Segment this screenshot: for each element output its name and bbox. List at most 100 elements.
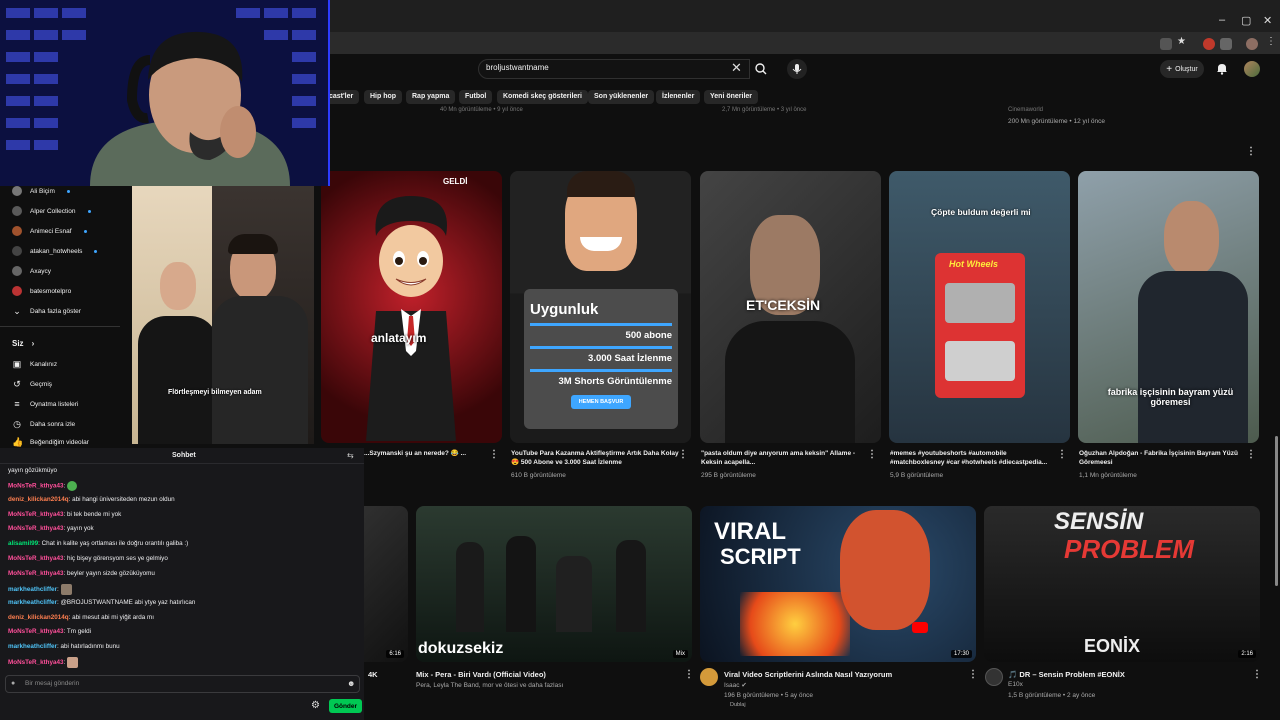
chat-username[interactable]: markheathcliffer [8, 643, 57, 650]
cast-icon[interactable] [1160, 38, 1172, 50]
video-overlay-text-2: SCRIPT [720, 544, 801, 569]
video-thumbnail-4[interactable]: SENSİN PROBLEM EONİX 2:16 [984, 506, 1260, 662]
bell-icon [1217, 64, 1227, 75]
menu-dots-icon[interactable]: ⋮ [1266, 36, 1276, 47]
short-thumbnail-5[interactable]: fabrika işçisinin bayram yüzü göremesi [1078, 171, 1259, 443]
chat-message: MoNsTeR_kthya43: [8, 481, 78, 491]
sidebar-item-label: Axaycy [30, 267, 51, 275]
channel-avatar-3[interactable] [700, 668, 718, 686]
sidebar-item-history[interactable]: ↺ Geçmiş [12, 377, 52, 391]
search-button[interactable] [752, 59, 770, 79]
chip-yeni-oneriler[interactable]: Yeni öneriler [704, 90, 759, 104]
short-menu-4[interactable]: ⋮ [1057, 449, 1067, 460]
short-thumbnail-4[interactable]: Çöpte buldum değerli mi Hot Wheels [889, 171, 1070, 443]
voice-search-button[interactable] [787, 59, 807, 79]
chat-username[interactable]: MoNsTeR_kthya43 [8, 570, 64, 577]
video-menu-2[interactable]: ⋮ [684, 669, 694, 680]
chat-username[interactable]: MoNsTeR_kthya43 [8, 555, 64, 562]
chat-username[interactable]: deniz_kilickan2014q [8, 614, 69, 621]
video-thumbnail-3[interactable]: VIRAL SCRIPT 17:30 [700, 506, 976, 662]
sidebar-sub-batesmotelpro[interactable]: batesmotelpro [12, 284, 71, 298]
band-member [556, 556, 592, 632]
short-overlay-text: ET'CEKSİN [746, 297, 821, 313]
video-title-2[interactable]: Mix - Pera - Biri Vardı (Official Video) [416, 670, 546, 679]
extension-icon[interactable] [1203, 38, 1215, 50]
gear-icon[interactable]: ⚙ [311, 700, 320, 711]
chat-users-icon[interactable]: ⇆ [347, 451, 354, 460]
chat-username[interactable]: markheathcliffer [8, 599, 57, 606]
short-thumbnail-2[interactable]: Uygunluk 500 abone 3.000 Saat İzlenme 3M… [510, 171, 691, 443]
chat-text: hiç bişey görensyom ses ye gelmiyo [67, 555, 168, 562]
chip-hip-hop[interactable]: Hip hop [364, 90, 403, 104]
person-body [725, 321, 855, 443]
short-menu-2[interactable]: ⋮ [678, 449, 688, 460]
channel-avatar-4[interactable] [985, 668, 1003, 686]
chat-username[interactable]: MoNsTeR_kthya43 [8, 659, 64, 666]
chat-username[interactable]: MoNsTeR_kthya43 [8, 525, 64, 532]
short-title-1[interactable]: ...Szymanski şu an nerede? 😂 ... [364, 449, 484, 458]
short-views-4: 5,9 B görüntüleme [890, 472, 944, 479]
shorts-more-button[interactable]: ⋮ [1246, 146, 1256, 157]
sidebar-item-playlists[interactable]: ≡ Oynatma listeleri [12, 397, 78, 411]
person-illustration [840, 510, 930, 630]
short-thumbnail-1[interactable]: GELDİ anlatayım [321, 171, 502, 443]
notifications-button[interactable] [1216, 62, 1228, 78]
create-button[interactable]: + Oluştur [1160, 60, 1204, 78]
chat-username[interactable]: alisamil99 [8, 540, 38, 547]
chat-username[interactable]: deniz_kilickan2014q [8, 496, 69, 503]
chip-komedi[interactable]: Komedi skeç gösterileri [497, 90, 588, 104]
second-camera-overlay: Flörtleşmeyi bilmeyen adam [132, 186, 314, 444]
short-title-3[interactable]: "pasta oldum diye anıyorum ama keksin" A… [701, 449, 871, 467]
chip-izlenenler[interactable]: İzlenenler [656, 90, 701, 104]
short-title-4[interactable]: #memes #youtubeshorts #automobile #match… [890, 449, 1060, 467]
chat-username[interactable]: MoNsTeR_kthya43 [8, 483, 64, 490]
sidebar-sub-axaycy[interactable]: Axaycy [12, 264, 51, 278]
video-title-4[interactable]: 🎵 DR – Sensin Problem #EONİX [1008, 670, 1125, 679]
video-title-1[interactable]: 4K [368, 670, 378, 679]
scrollbar-thumb[interactable] [1275, 436, 1278, 586]
chat-badge-icon[interactable]: ● [11, 680, 15, 687]
video-menu-4[interactable]: ⋮ [1252, 669, 1262, 680]
short-thumbnail-3[interactable]: ET'CEKSİN [700, 171, 881, 443]
short-title-2[interactable]: YouTube Para Kazanma Aktifleştirme Artık… [511, 449, 681, 467]
sidebar-sub-ali-bicim[interactable]: Ali Biçim [12, 184, 70, 198]
sidebar-you-heading[interactable]: Siz › [12, 336, 34, 350]
sidebar-sub-animeci-esnaf[interactable]: Animeci Esnaf [12, 224, 87, 238]
video-duration-3: 17:30 [950, 650, 972, 658]
sidebar-sub-atakan-hotwheels[interactable]: atakan_hotwheels [12, 244, 98, 258]
chat-username[interactable]: MoNsTeR_kthya43 [8, 628, 64, 635]
star-icon[interactable]: ★ [1177, 36, 1189, 48]
sidebar-item-watch-later[interactable]: ◷ Daha sonra izle [12, 417, 75, 431]
sidebar-item-liked[interactable]: 👍 Beğendiğim videolar [12, 437, 89, 447]
video-menu-3[interactable]: ⋮ [968, 669, 978, 680]
eligibility-line-2: 3.000 Saat İzlenme [588, 353, 672, 364]
woman-body [138, 316, 218, 444]
minimize-button[interactable]: – [1219, 14, 1225, 26]
puzzle-icon[interactable] [1220, 38, 1232, 50]
chip-futbol[interactable]: Futbol [459, 90, 493, 104]
short-menu-5[interactable]: ⋮ [1246, 449, 1256, 460]
short-menu-1[interactable]: ⋮ [489, 449, 499, 460]
short-menu-3[interactable]: ⋮ [867, 449, 877, 460]
account-avatar[interactable] [1244, 61, 1260, 77]
video-title-3[interactable]: Viral Video Scriptlerini Aslında Nasıl Y… [724, 670, 892, 679]
chat-username[interactable]: MoNsTeR_kthya43 [8, 511, 64, 518]
short-title-5[interactable]: Oğuzhan Alpdoğan - Fabrika İşçisinin Bay… [1079, 449, 1249, 467]
close-window-button[interactable]: ✕ [1263, 14, 1272, 27]
chip-rap[interactable]: Rap yapma [406, 90, 456, 104]
clear-search-icon[interactable]: ✕ [731, 60, 742, 76]
short-badge: GELDİ [443, 177, 468, 186]
chat-username[interactable]: markheathcliffer [8, 586, 57, 593]
maximize-button[interactable]: ▢ [1241, 14, 1251, 27]
emote-picker-icon[interactable]: ☻ [347, 679, 355, 688]
sidebar-item-your-channel[interactable]: ▣ Kanalınız [12, 357, 57, 371]
sidebar-item-label: Beğendiğim videolar [30, 438, 89, 446]
sidebar-show-more[interactable]: ⌄ Daha fazla göster [12, 304, 81, 318]
chat-message: markheathcliffer: @BROJUSTWANTNAME abi y… [8, 599, 196, 606]
chat-text: abi hangi üniversiteden mezun oldun [72, 496, 175, 503]
profile-icon[interactable] [1246, 38, 1258, 50]
chip-son-yuklenenler[interactable]: Son yüklenenler [588, 90, 655, 104]
sidebar-sub-alper-collection[interactable]: Alper Collection [12, 204, 91, 218]
send-button[interactable]: Gönder [329, 699, 362, 713]
video-thumbnail-2[interactable]: dokuzsekiz Mix [416, 506, 692, 662]
